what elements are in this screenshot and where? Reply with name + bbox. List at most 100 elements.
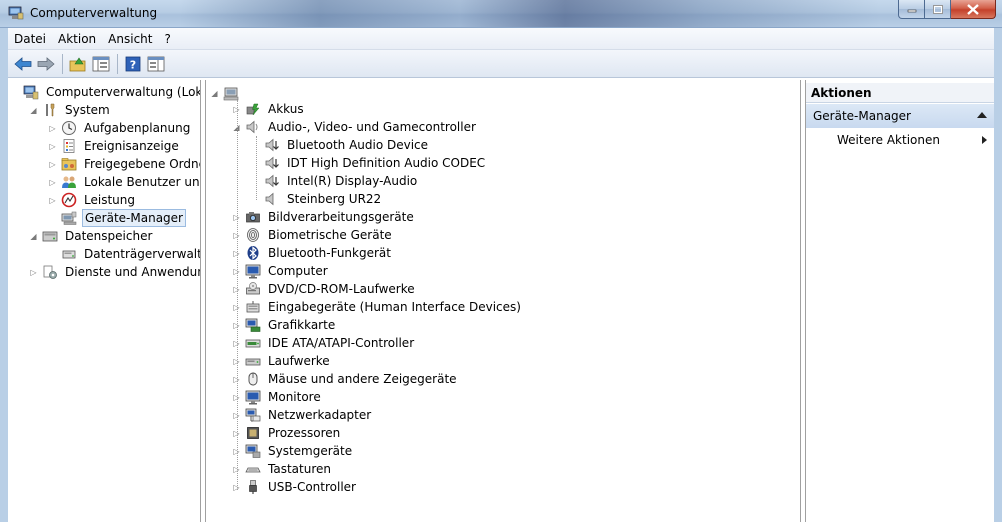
dvd-drive-icon [245,281,261,297]
expand-icon[interactable]: ▷ [48,178,57,187]
device-tree-label: DVD/CD-ROM-Laufwerke [268,282,415,296]
actions-section-label: Geräte-Manager [813,109,911,123]
tree-connector-line [237,100,238,490]
device-tree-label: Bluetooth Audio Device [287,138,429,152]
title-bar: Computerverwaltung [0,0,1002,28]
device-tree-item[interactable]: ▷ Computer [232,262,330,280]
monitor-icon [245,263,261,279]
console-tree-item[interactable]: ▷ Leistung [48,191,137,209]
device-tree-item[interactable]: ▷ IDE ATA/ATAPI-Controller [232,334,416,352]
collapse-icon[interactable]: ◢ [210,89,219,98]
console-tree-label: Lokale Benutzer und Gr [84,175,200,189]
device-tree-item[interactable]: IDT High Definition Audio CODEC [251,154,487,172]
device-tree-item[interactable]: ▷ USB-Controller [232,478,358,496]
help-button[interactable]: ? [122,53,144,75]
device-tree-item[interactable]: ▷ Prozessoren [232,424,342,442]
console-tree-label: Dienste und Anwendungen [65,265,200,279]
device-tree-label: Mäuse und andere Zeigegeräte [268,372,457,386]
menu-aktion[interactable]: Aktion [52,28,102,50]
device-tree-label: IDT High Definition Audio CODEC [287,156,486,170]
console-tree-item[interactable]: ▷ Aufgabenplanung [48,119,192,137]
device-tree-item[interactable]: Intel(R) Display-Audio [251,172,419,190]
console-tree-item[interactable]: ◢ Datenspeicher [29,227,154,245]
collapse-up-icon[interactable] [977,112,987,118]
device-tree-item[interactable]: ▷ Systemgeräte [232,442,354,460]
expand-icon[interactable]: ▷ [48,160,57,169]
device-tree-item[interactable]: ▷ DVD/CD-ROM-Laufwerke [232,280,417,298]
console-tree-item[interactable]: ▷ Freigegebene Ordner [48,155,201,173]
device-tree-item[interactable]: ▷ Monitore [232,388,323,406]
console-tree-item[interactable]: ◢ System [29,101,112,119]
actions-section-geraete-manager[interactable]: Geräte-Manager [806,104,994,128]
window-frame-left [0,28,8,522]
show-hide-action-pane-button[interactable] [145,53,167,75]
up-folder-button[interactable] [67,53,89,75]
device-tree-item[interactable]: ▷ Tastaturen [232,460,333,478]
device-tree-item[interactable]: ▷ Akkus [232,100,306,118]
processor-icon [245,425,261,441]
network-adapter-icon [245,407,261,423]
console-tree-pane[interactable]: Computerverwaltung (Lokal) ◢ System ▷ Aufgab… [8,80,201,522]
tree-connector-line [256,136,257,200]
expand-icon[interactable]: ▷ [29,268,38,277]
device-tree-item[interactable]: ▷ Eingabegeräte (Human Interface Devices) [232,298,523,316]
expand-icon[interactable]: ▷ [48,196,57,205]
menu-datei[interactable]: Datei [8,28,52,50]
menu-ansicht[interactable]: Ansicht [102,28,158,50]
more-actions-item[interactable]: Weitere Aktionen [837,132,987,148]
collapse-icon[interactable]: ◢ [29,232,38,241]
device-tree-item[interactable]: ▷ Biometrische Geräte [232,226,394,244]
device-tree-item[interactable]: Bluetooth Audio Device [251,136,430,154]
menu-help[interactable]: ? [158,28,176,50]
monitor-icon [245,389,261,405]
device-tree-label: Akkus [268,102,304,116]
up-folder-icon [69,56,86,71]
show-hide-tree-button[interactable] [90,53,112,75]
action-pane-icon [147,56,165,71]
device-tree-item[interactable]: ▷ Laufwerke [232,352,332,370]
expand-icon[interactable]: ▷ [48,124,57,133]
close-button[interactable] [951,0,996,19]
svg-text:?: ? [130,58,136,71]
device-tree-item[interactable]: ▷ Mäuse und andere Zeigegeräte [232,370,459,388]
back-button[interactable] [12,53,34,75]
console-tree-item[interactable]: ▷ Ereignisanzeige [48,137,181,155]
storage-icon [42,228,58,244]
console-tree-item[interactable]: Geräte-Manager [48,209,186,227]
device-manager-icon [61,210,77,226]
forward-button[interactable] [35,53,57,75]
collapse-icon[interactable]: ◢ [29,106,38,115]
device-tree-label: Laufwerke [268,354,330,368]
console-tree-label: Leistung [84,193,135,207]
console-tree-item[interactable]: ▷ Dienste und Anwendungen [29,263,200,281]
console-tree-item[interactable]: ▷ Lokale Benutzer und Gr [48,173,200,191]
device-tree-item[interactable]: ▷ Grafikkarte [232,316,337,334]
computer-icon [223,85,239,101]
device-tree-item[interactable]: ▷ Bildverarbeitungsgeräte [232,208,416,226]
console-tree-label: Aufgabenplanung [84,121,191,135]
speaker-device-icon [264,137,280,153]
console-tree-label: Datenträgerverwaltung [84,247,201,261]
device-tree-item[interactable]: ◢ Audio-, Video- und Gamecontroller [232,118,478,136]
console-tree-icon [92,56,110,71]
device-tree-label: Biometrische Geräte [268,228,392,242]
toolbar-separator [117,53,118,74]
keyboard-icon [245,461,261,477]
console-tree-item[interactable]: Computerverwaltung (Lokal) [10,83,200,101]
drive-icon [245,353,261,369]
device-tree-item[interactable]: ▷ Netzwerkadapter [232,406,373,424]
shared-folder-icon [61,156,77,172]
back-arrow-icon [14,56,32,71]
maximize-button[interactable] [925,0,951,19]
ide-controller-icon [245,335,261,351]
device-tree-item[interactable]: Steinberg UR22 [251,190,383,208]
device-tree-pane[interactable]: ◢ ▷ Akkus ◢ Audio-, Video- und Gamecontroll… [205,80,801,522]
device-tree-item[interactable]: ▷ Bluetooth-Funkgerät [232,244,393,262]
console-tree-label: Freigegebene Ordner [84,157,201,171]
expand-icon[interactable]: ▷ [48,142,57,151]
minimize-button[interactable] [898,0,925,19]
device-tree-label: Eingabegeräte (Human Interface Devices) [268,300,521,314]
device-tree-label: Prozessoren [268,426,341,440]
console-tree-item[interactable]: Datenträgerverwaltung [48,245,201,263]
